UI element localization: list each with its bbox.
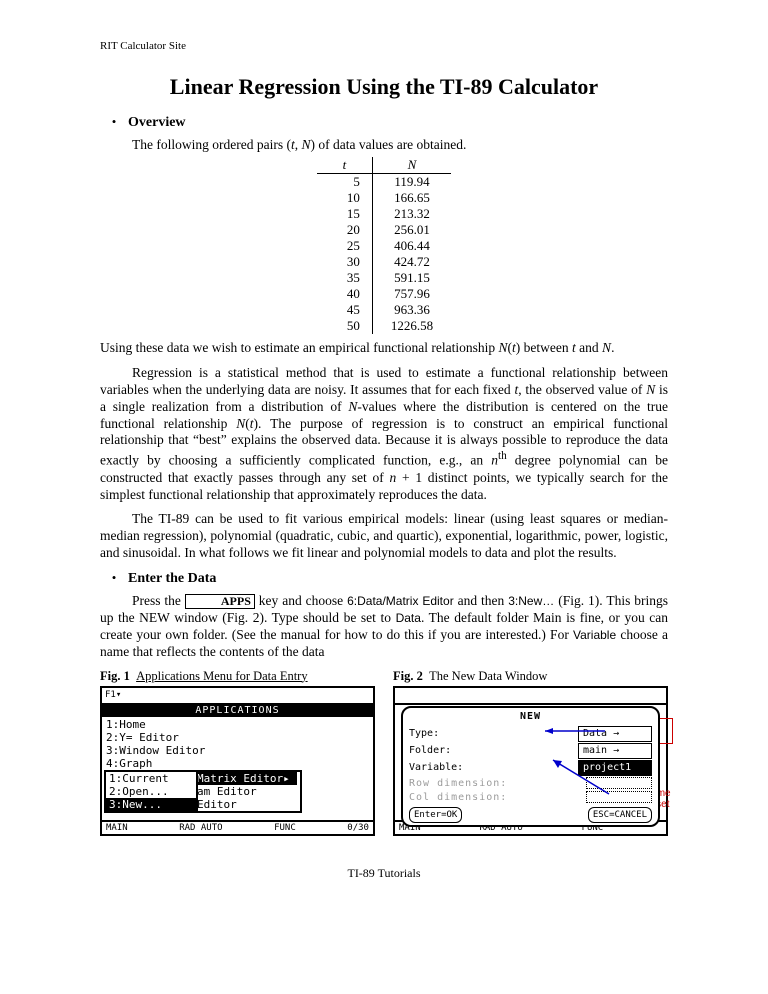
figure-2: Fig. 2 The New Data Window NEW Type: Dat…: [393, 669, 668, 836]
page-title: Linear Regression Using the TI-89 Calcul…: [100, 74, 668, 100]
overview-after-table: Using these data we wish to estimate an …: [100, 340, 668, 357]
calc-screen-2: NEW Type: Data → Folder: main → Variable…: [393, 686, 668, 836]
table-row: 5119.94: [317, 174, 451, 191]
dialog-title: NEW: [409, 710, 652, 724]
enter-ok-button[interactable]: Enter=OK: [409, 807, 462, 823]
fig2-caption: The New Data Window: [429, 669, 547, 683]
overview-para3: The TI-89 can be used to fit various emp…: [100, 511, 668, 562]
table-row: 501226.58: [317, 318, 451, 334]
table-row: 40757.96: [317, 286, 451, 302]
overview-para2: Regression is a statistical method that …: [100, 365, 668, 504]
table-header-t: t: [317, 157, 373, 174]
calc-overlap-menu: Matrix Editor▸am EditorEditor: [194, 770, 302, 813]
table-header-N: N: [372, 157, 451, 174]
enter-data-para: Press the APPS key and choose 6:Data/Mat…: [100, 593, 668, 661]
dialog-var-label: Variable:: [409, 761, 463, 775]
section-enter-data: • Enter the Data: [100, 570, 668, 587]
arrow-icon: [545, 726, 605, 736]
calc-tabbar: F1▾: [102, 688, 373, 705]
section-heading-enter: Enter the Data: [128, 571, 216, 587]
section-heading-overview: Overview: [128, 115, 186, 131]
bullet-icon: •: [100, 114, 128, 130]
bullet-icon: •: [100, 570, 128, 586]
table-row: 20256.01: [317, 222, 451, 238]
dialog-coldim-label: Col dimension:: [409, 791, 507, 805]
calc-submenu: 1:Current2:Open...3:New...: [104, 770, 198, 813]
fig1-label: Fig. 1: [100, 669, 130, 683]
calc-title-applications: APPLICATIONS: [102, 705, 373, 717]
arrow-icon: [553, 760, 609, 796]
new-dialog: NEW Type: Data → Folder: main → Variable…: [401, 706, 660, 827]
page-footer: TI-89 Tutorials: [100, 866, 668, 881]
dialog-rowdim-label: Row dimension:: [409, 777, 507, 791]
table-row: 25406.44: [317, 238, 451, 254]
table-row: 45963.36: [317, 302, 451, 318]
overview-intro: The following ordered pairs (t, N) of da…: [132, 137, 668, 153]
table-row: 15213.32: [317, 206, 451, 222]
calc-status-bar: MAIN RAD AUTO FUNC 0/30: [102, 820, 373, 834]
table-row: 10166.65: [317, 190, 451, 206]
calc-tabbar-2: [395, 688, 666, 705]
dialog-folder-label: Folder:: [409, 744, 451, 758]
dialog-type-label: Type:: [409, 727, 439, 741]
data-table: t N 5119.9410166.6515213.3220256.0125406…: [317, 157, 451, 334]
dialog-folder-value[interactable]: main →: [578, 743, 652, 759]
figure-1: Fig. 1 Applications Menu for Data Entry …: [100, 669, 375, 836]
apps-key: APPS: [185, 594, 255, 609]
table-row: 35591.15: [317, 270, 451, 286]
fig1-caption: Applications Menu for Data Entry: [136, 669, 307, 683]
esc-cancel-button[interactable]: ESC=CANCEL: [588, 807, 652, 823]
fig2-label: Fig. 2: [393, 669, 423, 683]
table-row: 30424.72: [317, 254, 451, 270]
calc-screen-1: F1▾ APPLICATIONS 1:Home 2:Y= Editor 3:Wi…: [100, 686, 375, 836]
section-overview: • Overview: [100, 114, 668, 131]
site-header: RIT Calculator Site: [100, 40, 668, 52]
